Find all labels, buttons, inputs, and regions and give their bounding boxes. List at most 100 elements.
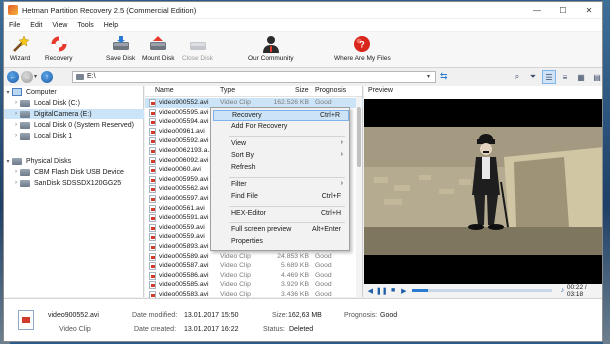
status-value: Deleted [289,326,314,333]
menu-view[interactable]: View [47,22,72,29]
tree-physical-disks[interactable]: ▾ Physical Disks [4,156,144,166]
menu-label: Filter [231,181,247,188]
table-row[interactable]: video005586.avi Video Clip 4.469 KB Good [145,271,363,281]
stop-icon[interactable]: ■ [389,286,398,296]
window-title: Hetman Partition Recovery 2.5 (Commercia… [22,5,197,15]
our-community-label: Our Community [248,55,294,62]
wizard-button[interactable]: Wizard [9,35,31,66]
file-name: video00561.avi [159,204,205,212]
tree-item-digitalcamera-e[interactable]: › DigitalCamera (E:) [4,109,144,119]
tree-item-local-disk-1[interactable]: › Local Disk 1 [4,131,144,141]
collapse-icon[interactable]: ▾ [4,158,12,165]
column-prognosis[interactable]: Prognosis [315,87,346,94]
video-file-icon [149,271,156,280]
filter-icon[interactable]: ⏷ [526,70,540,84]
view-preview-icon[interactable]: ▤ [590,70,602,84]
column-type[interactable]: Type [220,87,235,94]
menu-separator [229,177,345,178]
close-disk-button[interactable]: Close Disk [182,35,213,66]
tree-item-sandisk[interactable]: › SanDisk SDSSDX120GG25 [4,178,144,188]
view-details-icon[interactable]: ☰ [542,70,556,84]
minimize-button[interactable]: — [524,2,550,18]
recovery-button[interactable]: Recovery [45,35,72,66]
path-input[interactable]: E:\ [72,71,436,83]
app-window: Hetman Partition Recovery 2.5 (Commercia… [3,1,603,342]
tree-item-local-disk-0[interactable]: › Local Disk 0 (System Reserved) [4,120,144,130]
column-size[interactable]: Size [295,87,309,94]
file-prognosis: Good [315,99,332,106]
community-person-icon [262,36,279,53]
menu-tools[interactable]: Tools [72,22,98,29]
our-community-button[interactable]: Our Community [248,35,294,66]
file-name: video005594.avi [159,118,209,126]
ssd-disk-icon [20,179,30,187]
path-dropdown-icon[interactable]: ▾ [427,73,430,80]
table-row[interactable]: video005587.avi Video Clip 5.689 KB Good [145,261,363,271]
menu-view[interactable]: View › [213,139,349,150]
collapse-icon[interactable]: ▾ [4,89,12,96]
view-list-icon[interactable]: ≡ [558,70,572,84]
volume-icon[interactable]: ♪ [558,286,567,296]
arrow-right-icon: → [23,73,31,81]
menu-filter[interactable]: Filter › [213,180,349,191]
file-type: Video Clip [220,262,251,270]
pause-icon[interactable]: ❚❚ [376,286,388,296]
expand-icon[interactable]: › [12,133,20,139]
next-frame-icon[interactable]: ▶ [399,286,408,296]
menu-properties[interactable]: Properties [213,237,349,248]
forward-button[interactable]: → [21,71,33,83]
tree-label: Local Disk (C:) [34,99,80,107]
maximize-button[interactable]: ☐ [550,2,576,18]
tree-item-cbm-flash[interactable]: › CBM Flash Disk USB Device [4,167,144,177]
file-size: 4.469 KB [281,271,309,279]
menu-file[interactable]: File [4,22,25,29]
history-dropdown-icon[interactable]: ▾ [34,73,37,80]
menu-add-for-recovery[interactable]: Add For Recovery [213,122,349,133]
go-refresh-icon[interactable]: ⇆ [440,71,448,82]
prev-frame-icon[interactable]: ◀ [366,286,375,296]
menu-label: View [231,140,247,147]
recovery-label: Recovery [45,55,73,62]
menu-edit[interactable]: Edit [25,22,47,29]
menu-separator [229,206,345,207]
back-button[interactable]: ← [7,71,19,83]
scrollbar-thumb[interactable] [357,107,361,167]
video-file-icon [149,204,156,213]
menu-label: Sort By [231,152,254,159]
save-disk-button[interactable]: Save Disk [106,35,135,66]
file-name: video00559.avi [159,233,205,241]
view-icons-icon[interactable]: ▦ [574,70,588,84]
expand-icon[interactable]: › [12,180,20,186]
menu-recovery[interactable]: Recovery Ctrl+R [213,110,349,121]
list-scrollbar[interactable] [356,97,362,297]
menu-full-screen-preview[interactable]: Full screen preview Alt+Enter [213,225,349,236]
expand-icon[interactable]: › [12,111,20,117]
close-button[interactable]: ✕ [576,2,602,18]
file-name: video0062193.a... [159,147,214,154]
search-icon[interactable]: ⌕ [510,70,524,84]
tree-computer[interactable]: ▾ Computer [4,87,144,97]
tree-item-local-disk-c[interactable]: › Local Disk (C:) [4,98,144,108]
menu-label: HEX-Editor [231,210,267,217]
up-button[interactable]: ↑ [41,71,53,83]
date-modified-label: Date modified: [132,312,178,319]
list-header: Name Type Size Prognosis [145,86,362,97]
file-prognosis: Good [315,262,332,270]
expand-icon[interactable]: › [12,100,20,106]
menu-hex-editor[interactable]: HEX-Editor Ctrl+H [213,209,349,220]
seek-slider[interactable] [412,289,553,292]
menu-help[interactable]: Help [99,22,123,29]
table-row[interactable]: video005585.avi Video Clip 3.929 KB Good [145,280,363,290]
table-row[interactable]: video005589.avi Video Clip 24.853 KB Good [145,252,363,262]
menu-refresh[interactable]: Refresh [213,163,349,174]
column-name[interactable]: Name [155,87,174,94]
where-are-my-files-button[interactable]: ? Where Are My Files [334,35,391,66]
status-filename: video900552.avi [48,312,99,319]
menu-sort-by[interactable]: Sort By › [213,151,349,162]
video-frame[interactable] [364,99,602,284]
date-modified-value: 13.01.2017 15:50 [184,312,239,319]
menu-find-file[interactable]: Find File Ctrl+F [213,192,349,203]
mount-disk-button[interactable]: Mount Disk [142,35,175,66]
expand-icon[interactable]: › [12,122,20,128]
expand-icon[interactable]: › [12,169,20,175]
